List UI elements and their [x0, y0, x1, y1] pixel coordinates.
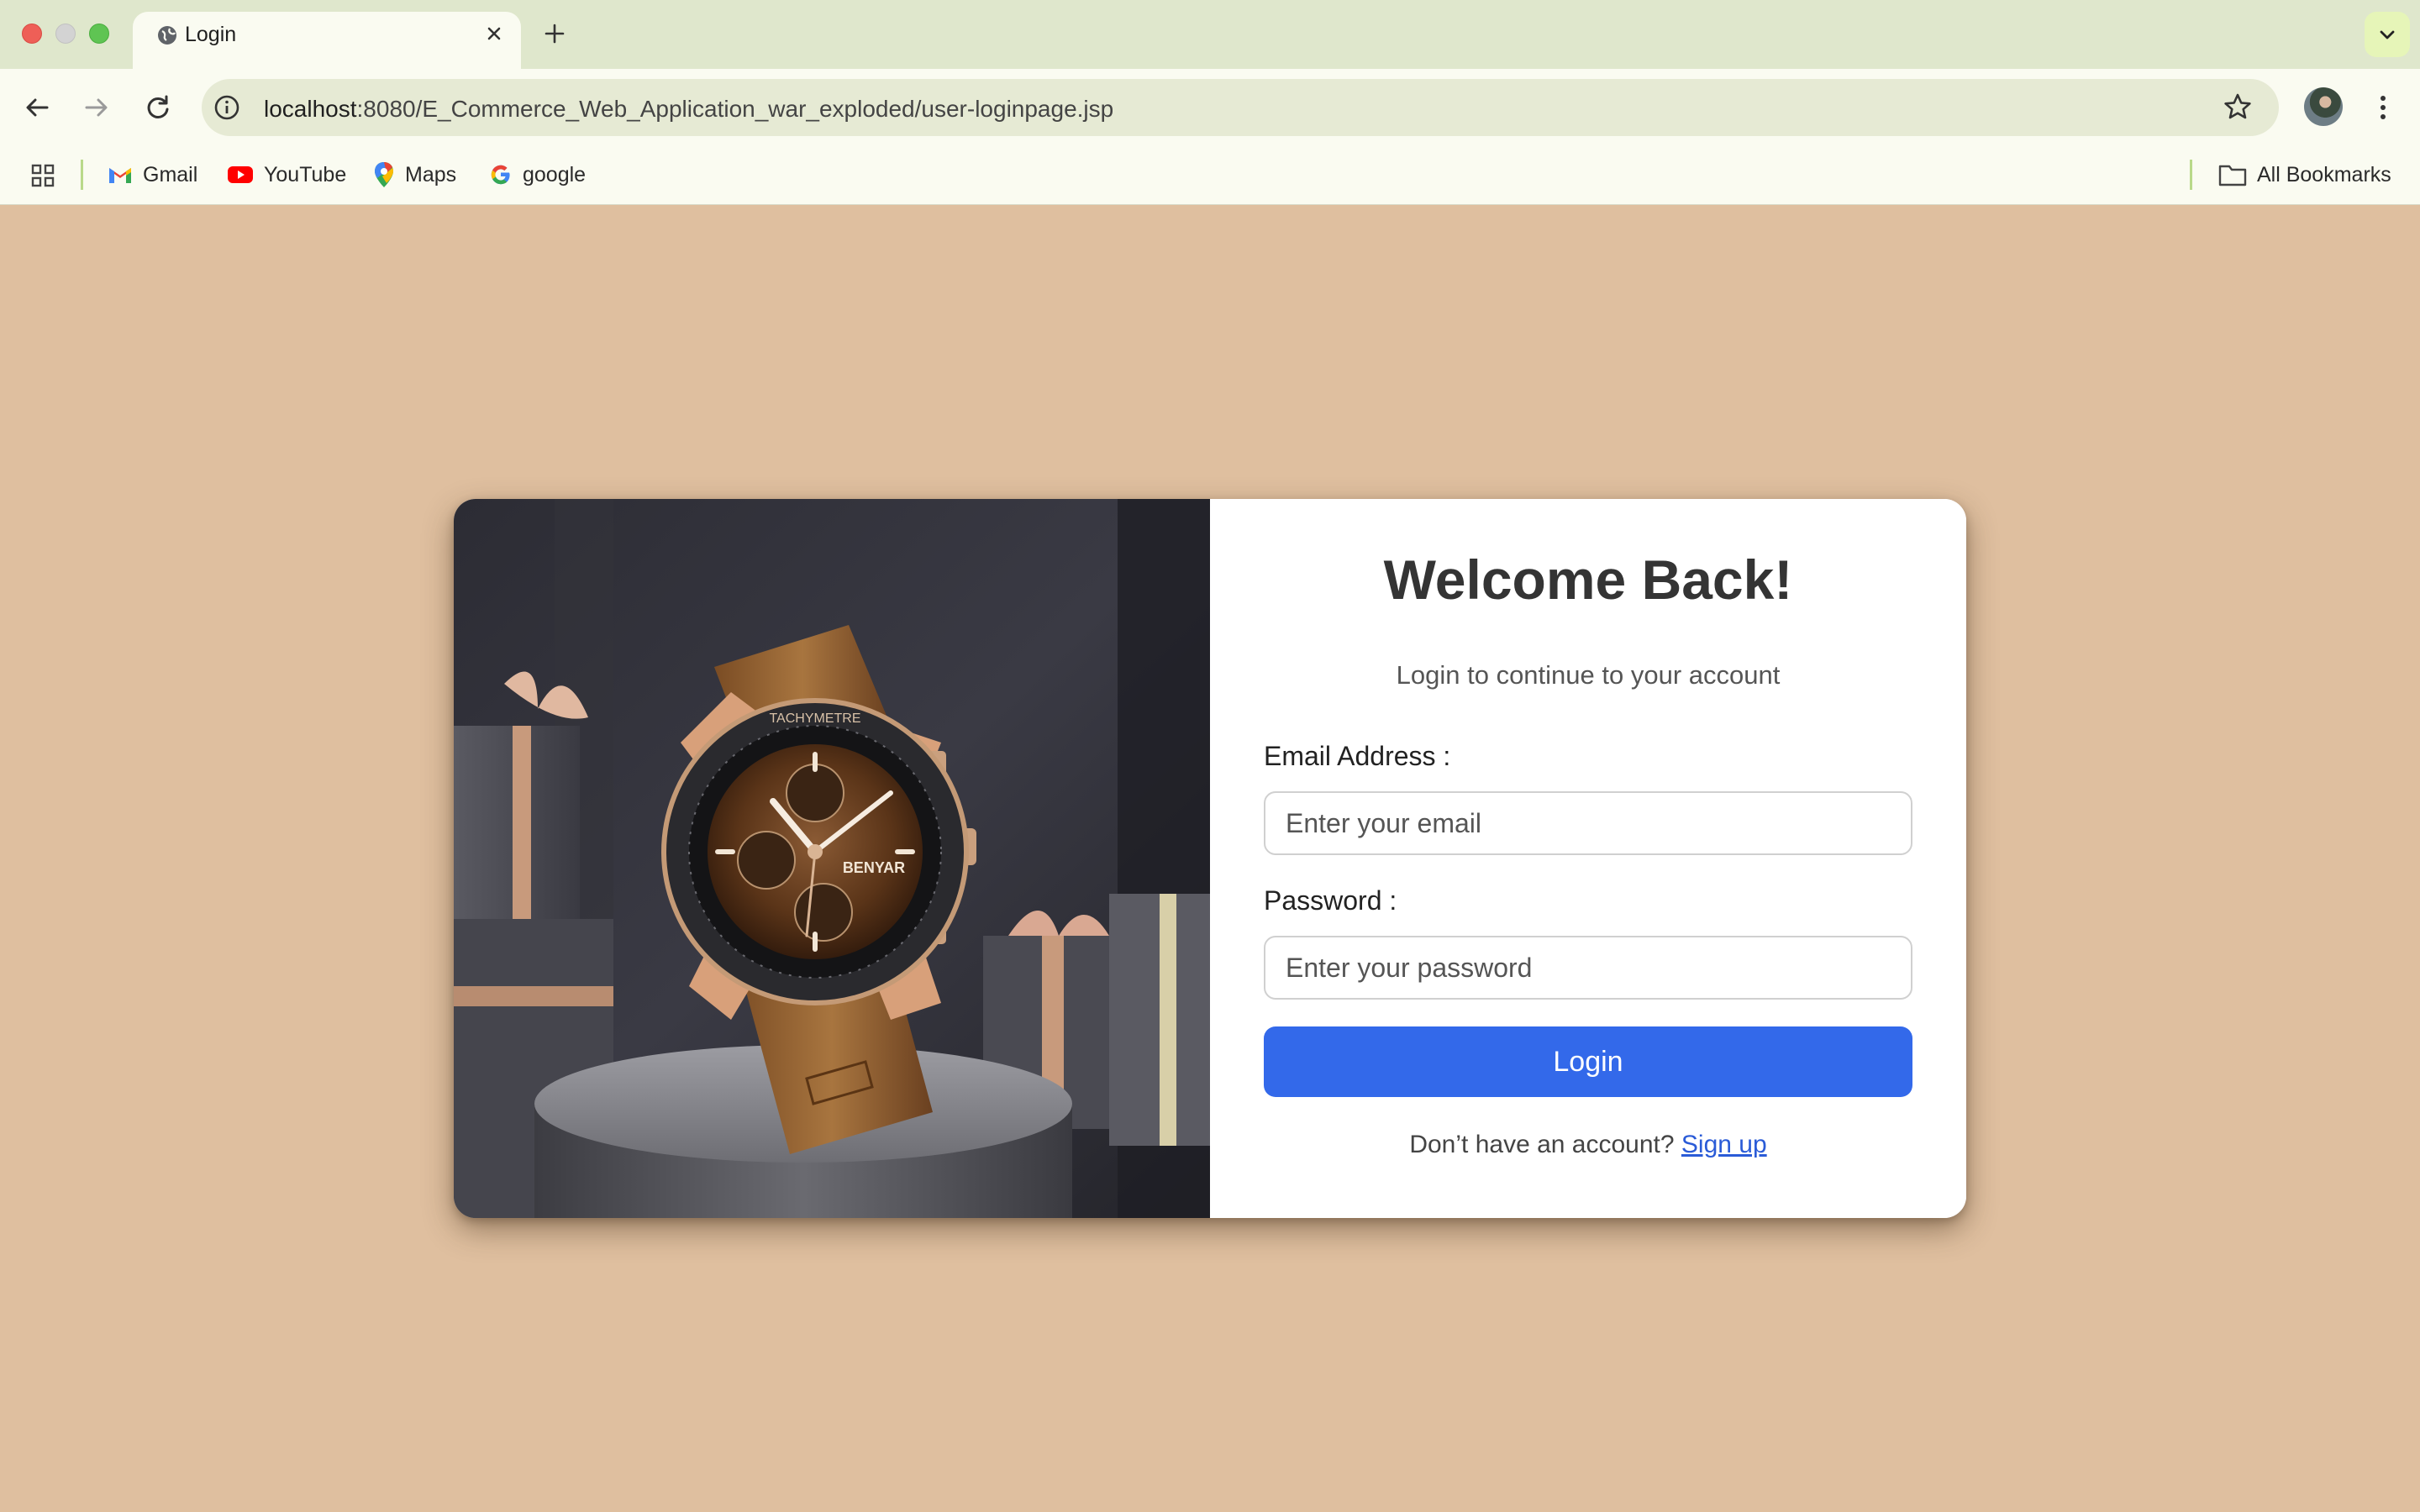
reload-icon[interactable] [141, 91, 175, 124]
signup-prompt: Don’t have an account? [1409, 1131, 1675, 1158]
close-icon[interactable] [482, 22, 506, 45]
more-menu-icon[interactable] [2368, 91, 2398, 124]
tab-strip: Login [0, 0, 2420, 69]
url-text[interactable]: localhost:8080/E_Commerce_Web_Applicatio… [264, 96, 1113, 123]
url-path: :8080/E_Commerce_Web_Application_war_exp… [356, 96, 1114, 122]
folder-icon [2218, 165, 2247, 186]
watch-brand: BENYAR [843, 859, 905, 876]
site-info-icon[interactable] [212, 92, 242, 123]
url-host: localhost [264, 96, 357, 122]
all-bookmarks-button[interactable]: All Bookmarks [2218, 156, 2391, 193]
profile-avatar[interactable] [2304, 87, 2343, 126]
email-field[interactable] [1264, 791, 1912, 855]
page-subtitle: Login to continue to your account [1396, 660, 1781, 690]
bezel-text: TACHYMETRE [769, 711, 860, 726]
bookmark-google[interactable]: google [489, 156, 586, 193]
page-title: Welcome Back! [1383, 549, 1793, 611]
tab-search-button[interactable] [2365, 12, 2410, 57]
bookmarks-divider [2190, 160, 2192, 190]
apps-grid-icon[interactable] [30, 163, 55, 188]
browser-toolbar: localhost:8080/E_Commerce_Web_Applicatio… [0, 69, 2420, 144]
youtube-icon [228, 166, 253, 183]
gmail-icon [109, 168, 131, 183]
chevron-down-icon [2380, 30, 2395, 39]
window-maximize-button[interactable] [89, 24, 109, 44]
globe-icon [158, 26, 176, 45]
email-label: Email Address : [1264, 741, 1451, 771]
login-form: Welcome Back! Login to continue to your … [1210, 499, 1966, 1218]
login-button[interactable]: Login [1264, 1026, 1912, 1097]
watch-photo: TACHYMETRE BENYAR [454, 499, 1210, 1218]
bookmark-youtube[interactable]: YouTube [227, 156, 346, 193]
all-bookmarks-label: All Bookmarks [2257, 162, 2391, 186]
bookmark-maps[interactable]: Maps [373, 156, 456, 193]
signup-link[interactable]: Sign up [1681, 1131, 1767, 1158]
bookmark-label: Gmail [143, 162, 198, 186]
window-close-button[interactable] [22, 24, 42, 44]
back-arrow-icon[interactable] [20, 91, 54, 124]
google-icon [491, 165, 510, 185]
bookmark-label: google [523, 162, 587, 186]
bookmarks-divider [81, 160, 83, 190]
bookmark-label: YouTube [264, 162, 347, 186]
signup-prompt-row: Don’t have an account? Sign up [1210, 1131, 1966, 1159]
password-label: Password : [1264, 885, 1397, 916]
bookmarks-bar: Gmail YouTube Maps google All Bookmarks [0, 144, 2420, 205]
bookmark-label: Maps [405, 162, 457, 186]
new-tab-icon[interactable] [541, 20, 568, 47]
bookmark-gmail[interactable]: Gmail [108, 156, 197, 193]
maps-icon [375, 162, 393, 187]
login-card: TACHYMETRE BENYAR Welcome Back! Login to… [454, 499, 1966, 1218]
forward-arrow-icon[interactable] [80, 91, 113, 124]
password-field[interactable] [1264, 936, 1912, 1000]
bookmark-star-icon[interactable] [2222, 91, 2254, 123]
window-minimize-button[interactable] [55, 24, 76, 44]
tab-title: Login [185, 23, 237, 46]
